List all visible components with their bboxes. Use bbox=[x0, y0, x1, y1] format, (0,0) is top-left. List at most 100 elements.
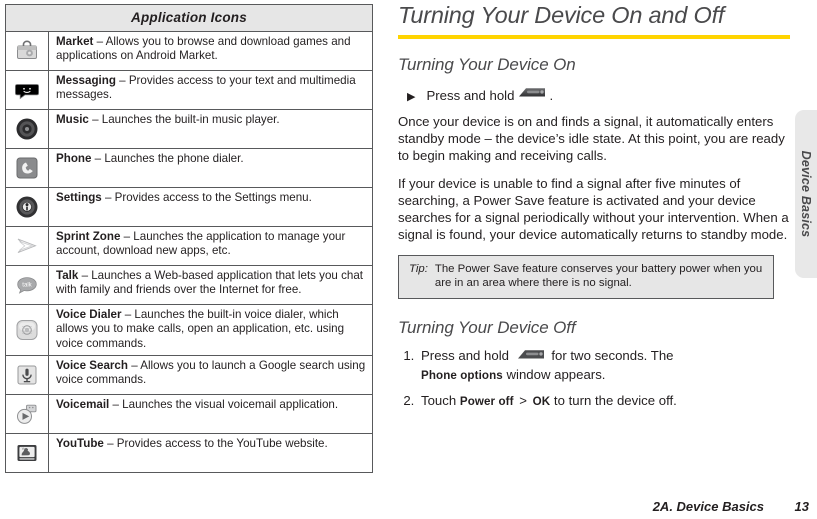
footer-page-number: 13 bbox=[794, 499, 809, 514]
tip-box: Tip: The Power Save feature conserves yo… bbox=[398, 254, 774, 300]
step1-pre: Press and hold bbox=[421, 348, 509, 364]
table-cell-description: Messaging – Provides access to your text… bbox=[49, 71, 372, 109]
table-cell-description: Settings – Provides access to the Settin… bbox=[49, 188, 372, 226]
table-cell-icon bbox=[6, 355, 49, 394]
svg-text:talk: talk bbox=[22, 281, 32, 288]
table-cell-description: Phone – Launches the phone dialer. bbox=[49, 149, 372, 187]
dash-separator: – bbox=[103, 436, 117, 450]
bullet-period: . bbox=[549, 87, 554, 103]
step1-post: window appears. bbox=[506, 367, 606, 383]
app-description: Launches a Web-based application that le… bbox=[56, 269, 364, 297]
app-name: YouTube bbox=[56, 436, 104, 450]
table-row: talk Talk – Launches a Web-based applicat… bbox=[6, 266, 372, 305]
step2-post: to turn the device off. bbox=[553, 393, 677, 409]
svg-text:You: You bbox=[22, 447, 28, 451]
manual-page: Application Icons Market – Allows you to… bbox=[0, 0, 817, 519]
voice-search-icon bbox=[14, 362, 40, 388]
dash-separator: – bbox=[127, 358, 141, 372]
dash-separator: – bbox=[93, 35, 106, 48]
dash-separator: – bbox=[78, 269, 92, 282]
table-cell-icon bbox=[6, 149, 49, 187]
table-row: Messaging – Provides access to your text… bbox=[6, 71, 372, 110]
app-name: Phone bbox=[56, 152, 92, 165]
step1-mid: for two seconds. The bbox=[551, 348, 674, 364]
app-description: Launches the phone dialer. bbox=[104, 152, 244, 165]
list-item: Press and hold for two seconds. The Phon… bbox=[418, 347, 794, 383]
table-cell-description: Sprint Zone – Launches the application t… bbox=[49, 227, 372, 265]
chapter-side-tab-label: Device Basics bbox=[799, 150, 813, 238]
dash-separator: – bbox=[121, 308, 135, 321]
table-cell-description: Voice Dialer – Launches the built-in voi… bbox=[49, 305, 372, 355]
table-cell-description: Market – Allows you to browse and downlo… bbox=[49, 32, 372, 70]
voicemail-icon bbox=[14, 401, 40, 427]
power-key-icon bbox=[515, 347, 546, 366]
dash-separator: – bbox=[120, 230, 134, 243]
step2-pre: Touch bbox=[421, 393, 457, 409]
greater-than-separator: > bbox=[519, 393, 527, 409]
table-row: Music – Launches the built-in music play… bbox=[6, 110, 372, 149]
bullet-instruction: ▶ Press and hold . bbox=[398, 85, 794, 103]
bullet-text: Press and hold bbox=[426, 87, 515, 103]
phone-icon bbox=[14, 155, 40, 181]
table-header: Application Icons bbox=[6, 5, 372, 32]
table-row: Voice Dialer – Launches the built-in voi… bbox=[6, 305, 372, 356]
music-icon bbox=[14, 116, 40, 142]
market-icon bbox=[14, 38, 40, 64]
table-row: Market – Allows you to browse and downlo… bbox=[6, 32, 372, 71]
settings-icon bbox=[14, 194, 40, 220]
table-row: Phone – Launches the phone dialer. bbox=[6, 149, 372, 188]
talk-icon: talk bbox=[14, 272, 40, 298]
section-heading-device-on: Turning Your Device On bbox=[398, 54, 576, 74]
dash-separator: – bbox=[115, 74, 129, 87]
table-cell-description: Voice Search – Allows you to launch a Go… bbox=[49, 356, 372, 394]
section-heading-device-off: Turning Your Device Off bbox=[398, 318, 576, 338]
app-name: Music bbox=[56, 113, 89, 126]
dash-separator: – bbox=[88, 113, 102, 126]
app-description: Launches the built-in music player. bbox=[101, 113, 280, 126]
table-row: Voice Search – Allows you to launch a Go… bbox=[6, 355, 372, 395]
table-row: You YouTube – Provides access to the YouT… bbox=[6, 433, 372, 472]
steps-list: Press and hold for two seconds. The Phon… bbox=[398, 347, 794, 409]
table-cell-icon bbox=[6, 305, 49, 355]
step2-bold-ok: OK bbox=[532, 395, 551, 409]
table-cell-description: Music – Launches the built-in music play… bbox=[49, 110, 372, 148]
table-cell-icon bbox=[6, 110, 49, 148]
page-footer: 2A. Device Basics 13 bbox=[0, 494, 817, 516]
dash-separator: – bbox=[91, 152, 105, 165]
app-description: Provides access to the Settings menu. bbox=[114, 191, 312, 204]
table-cell-icon bbox=[6, 227, 49, 265]
app-name: Talk bbox=[56, 269, 79, 282]
step2-bold-power-off: Power off bbox=[459, 395, 514, 409]
tip-label: Tip: bbox=[409, 262, 428, 275]
table-cell-icon bbox=[6, 188, 49, 226]
app-name: Sprint Zone bbox=[56, 230, 121, 243]
app-name: Messaging bbox=[56, 74, 116, 87]
app-description: Launches the visual voicemail applicatio… bbox=[122, 397, 339, 411]
chapter-side-tab: Device Basics bbox=[795, 110, 817, 278]
table-body: Market – Allows you to browse and downlo… bbox=[6, 32, 372, 472]
table-cell-icon: talk bbox=[6, 266, 49, 304]
title-underline-rule bbox=[398, 34, 790, 39]
triangle-right-icon: ▶ bbox=[407, 90, 416, 103]
table-cell-icon bbox=[6, 32, 49, 70]
app-name: Settings bbox=[56, 191, 102, 204]
table-row: Voicemail – Launches the visual voicemai… bbox=[6, 394, 372, 434]
app-name: Market bbox=[56, 35, 94, 48]
tip-text: The Power Save feature conserves your ba… bbox=[434, 262, 763, 290]
dash-separator: – bbox=[109, 397, 123, 411]
table-row: Settings – Provides access to the Settin… bbox=[6, 188, 372, 227]
table-cell-icon bbox=[6, 71, 49, 109]
power-key-icon bbox=[516, 85, 547, 103]
sprint-zone-icon bbox=[14, 233, 40, 259]
table-cell-icon bbox=[6, 394, 49, 433]
dash-separator: – bbox=[101, 191, 115, 204]
page-title: Turning Your Device On and Off bbox=[398, 2, 725, 28]
article-column: Turning Your Device On and Off Turning Y… bbox=[398, 0, 794, 419]
app-name: Voice Search bbox=[56, 358, 128, 372]
app-name: Voice Dialer bbox=[56, 308, 122, 321]
application-icons-table: Application Icons Market – Allows you to… bbox=[5, 4, 373, 473]
footer-chapter: 2A. Device Basics bbox=[652, 499, 764, 514]
table-cell-description: YouTube – Provides access to the YouTube… bbox=[49, 434, 372, 472]
app-name: Voicemail bbox=[56, 397, 110, 411]
table-cell-description: Talk – Launches a Web-based application … bbox=[49, 266, 372, 304]
